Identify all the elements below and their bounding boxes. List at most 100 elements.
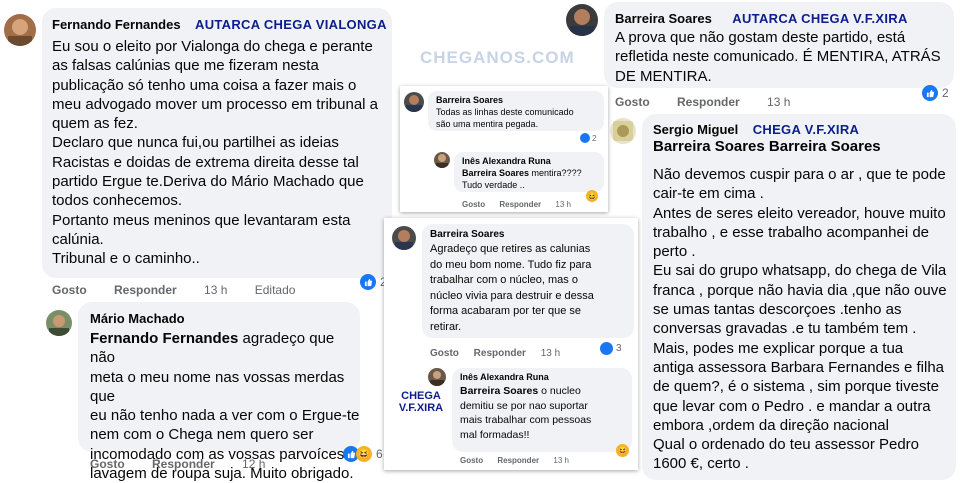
reaction-count[interactable]: 😆 6: [343, 446, 383, 462]
embedded-screenshot: Barreira Soares Todas as linhas deste co…: [400, 86, 608, 212]
side-label: CHEGA V.F.XIRA: [396, 390, 446, 414]
edited-label: Editado: [254, 283, 296, 297]
comment-line: Não devemos cuspir para o ar , que te po…: [653, 166, 946, 183]
reply-button[interactable]: Responder: [114, 283, 177, 297]
comment-line: meta o meu nome nas vossas merdas que: [90, 368, 345, 405]
comment-line: embora ,ordem da direção nacional: [653, 416, 889, 434]
embedded-screenshot: Barreira Soares Agradeço que retires as …: [384, 218, 638, 470]
timestamp[interactable]: 12 h: [242, 457, 265, 471]
comment-line: trabalhar com o núcleo, mas o: [430, 274, 578, 286]
comment-actions: Gosto Responder 13 h: [462, 200, 583, 209]
comment-line: Qual o ordenado do teu assessor Pedro: [653, 436, 920, 454]
comment-line: Antes de seres eleito vereador, houve mu…: [653, 204, 946, 222]
comment-line: Mais, podes me explicar porque a tua: [653, 339, 904, 357]
reaction-count: 3: [600, 342, 622, 355]
avatar[interactable]: [566, 4, 598, 36]
comment-text: Agradeço que retires as calunias do meu b…: [430, 242, 594, 335]
comment-line: são uma mentira pegada.: [436, 118, 539, 129]
mention-link[interactable]: Fernando Fernandes: [90, 330, 238, 347]
reaction-number: 2: [592, 133, 597, 143]
mention-link[interactable]: Barreira Soares Barreira Soares: [653, 137, 881, 156]
comment-text: Não devemos cuspir para o ar , que te po…: [653, 165, 953, 474]
avatar[interactable]: [46, 310, 72, 336]
comment-text: Barreira Soares mentira???? Tudo verdade…: [462, 168, 582, 191]
author-name[interactable]: Mário Machado: [90, 311, 185, 326]
comment-line: o nucleo: [538, 385, 581, 397]
comment-line: que levar com o Pedro . e mandar a outra: [653, 397, 931, 415]
comment-text: Todas as linhas deste comunicado são uma …: [436, 107, 574, 130]
comment-line: trabalho , e esse trabalho acompanhei de: [653, 223, 930, 241]
reply-button[interactable]: Responder: [677, 95, 740, 109]
avatar-photo-icon: [406, 95, 422, 112]
avatar: [428, 368, 446, 386]
comment-text: Barreira Soares o nucleo demitiu se por …: [460, 384, 591, 442]
comment-line: retirar.: [430, 320, 462, 333]
like-button[interactable]: Gosto: [52, 283, 87, 297]
comment-line: do meu bom nome. Tudo fiz para: [430, 258, 592, 271]
avatar[interactable]: [4, 14, 36, 46]
like-button: Gosto: [430, 348, 459, 359]
comment-line: Portanto meus meninos que levantaram est…: [52, 211, 351, 229]
comment-line: Tudo verdade ..: [462, 179, 525, 190]
reaction-count[interactable]: 2: [922, 85, 949, 101]
avatar-photo-icon: [436, 154, 448, 168]
comment-actions: Gosto Responder 13 h Editado: [52, 283, 319, 297]
comment-actions: Gosto Responder 13 h: [615, 95, 814, 109]
comment-line: Tribunal e o caminho..: [52, 250, 200, 268]
comment-line: perto .: [653, 243, 696, 261]
author-name: Barreira Soares: [436, 95, 504, 105]
avatar-photo-icon: [430, 371, 444, 386]
reaction-count[interactable]: 2: [360, 274, 387, 290]
comment-line: mentira????: [529, 168, 582, 178]
comment-line: as falsas calúnias que me fizeram nesta: [52, 57, 319, 75]
mention-link: Barreira Soares: [460, 385, 539, 397]
comment-actions: Gosto Responder 13 h: [430, 348, 572, 359]
comment-line: Todas as linhas deste comunicado: [436, 107, 574, 117]
comment-line: cair-te em cima .: [653, 185, 764, 203]
reply-button: Responder: [497, 456, 540, 465]
comment-line: quem as fez.: [52, 115, 138, 133]
reaction-number: 3: [616, 343, 622, 354]
avatar-photo-icon: [570, 9, 594, 36]
comment-line: 1600 €, certo .: [653, 455, 749, 473]
comment-actions: Gosto Responder 13 h: [460, 456, 581, 465]
reaction-number: 6: [376, 447, 383, 461]
author-name: Inês Alexandra Runa: [460, 372, 549, 382]
like-reaction-icon: [922, 85, 938, 101]
avatar[interactable]: [610, 118, 636, 144]
comment-header: Barreira Soares AUTARCA CHEGA V.F.XIRA: [615, 10, 908, 28]
author-name[interactable]: Sergio Miguel: [653, 122, 738, 137]
comment-line: Declaro que nunca fui,ou partilhei as id…: [52, 134, 339, 152]
like-button[interactable]: Gosto: [90, 457, 125, 471]
comment-line: se umas tantas descorçoes .tenho as: [653, 301, 902, 319]
reaction-count: 😆: [586, 190, 598, 202]
comment-line: partido Ergue te.Deriva do Mário Machado…: [52, 173, 364, 191]
comment-line: Racistas e doidas de extrema direita des…: [52, 153, 359, 171]
timestamp: 13 h: [553, 456, 569, 465]
author-name[interactable]: Fernando Fernandes: [52, 17, 181, 32]
comment-line: eu não tenho nada a ver com o Ergue-te: [90, 407, 360, 425]
watermark: CHEGANOS.COM: [420, 48, 575, 67]
comment-text: A prova que não gostam deste partido, es…: [615, 28, 950, 86]
comment-line: nem com o Chega nem quero ser: [90, 426, 314, 444]
timestamp[interactable]: 13 h: [767, 95, 790, 109]
comment-line: franca , porque não havia dia ,que não o…: [653, 281, 947, 299]
reply-button: Responder: [499, 200, 542, 209]
side-label-line: V.F.XIRA: [398, 402, 444, 414]
like-button[interactable]: Gosto: [615, 95, 650, 109]
comment-line: mal formadas!!: [460, 428, 530, 441]
timestamp[interactable]: 13 h: [204, 283, 227, 297]
comment-header: Fernando Fernandes AUTARCA CHEGA VIALONG…: [52, 16, 387, 34]
author-name: Barreira Soares: [430, 229, 505, 240]
avatar: [434, 152, 450, 168]
haha-reaction-icon: 😆: [616, 444, 629, 457]
side-label-line: CHEGA: [401, 390, 441, 402]
comment-line: meu advogado mover um processo em tribun…: [52, 95, 379, 113]
avatar-photo-icon: [49, 315, 69, 336]
author-name[interactable]: Barreira Soares: [615, 11, 712, 26]
comment-line: núcleo vivia para destruir e dessa: [430, 289, 594, 302]
comment-text: Eu sou o eleito por Vialonga do chega e …: [52, 37, 387, 269]
comment-line: antiga assessora Barbara Fernandes e fil…: [653, 358, 945, 376]
reply-button[interactable]: Responder: [152, 457, 215, 471]
author-tag: CHEGA V.F.XIRA: [752, 122, 860, 137]
